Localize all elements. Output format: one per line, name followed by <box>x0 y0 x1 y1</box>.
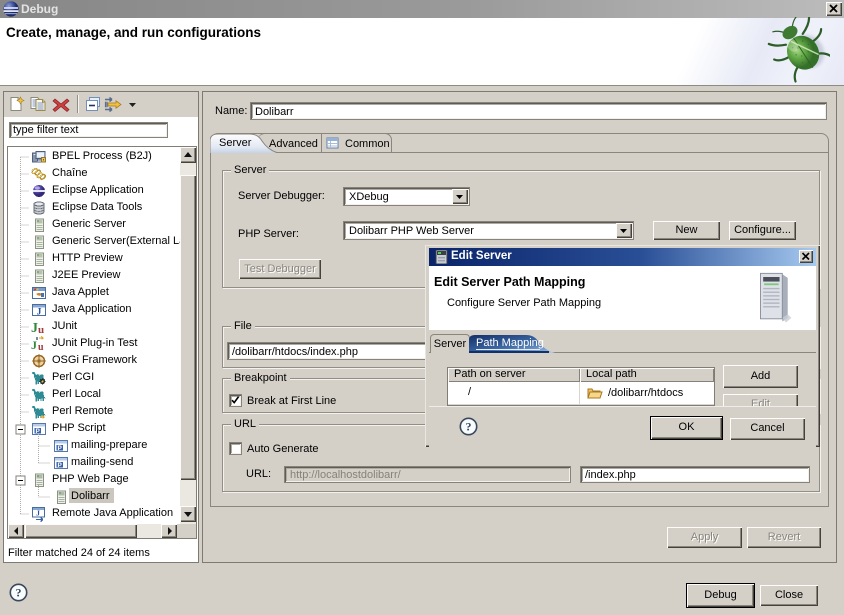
svg-text:?: ? <box>466 420 472 434</box>
svg-text:?: ? <box>16 586 22 600</box>
